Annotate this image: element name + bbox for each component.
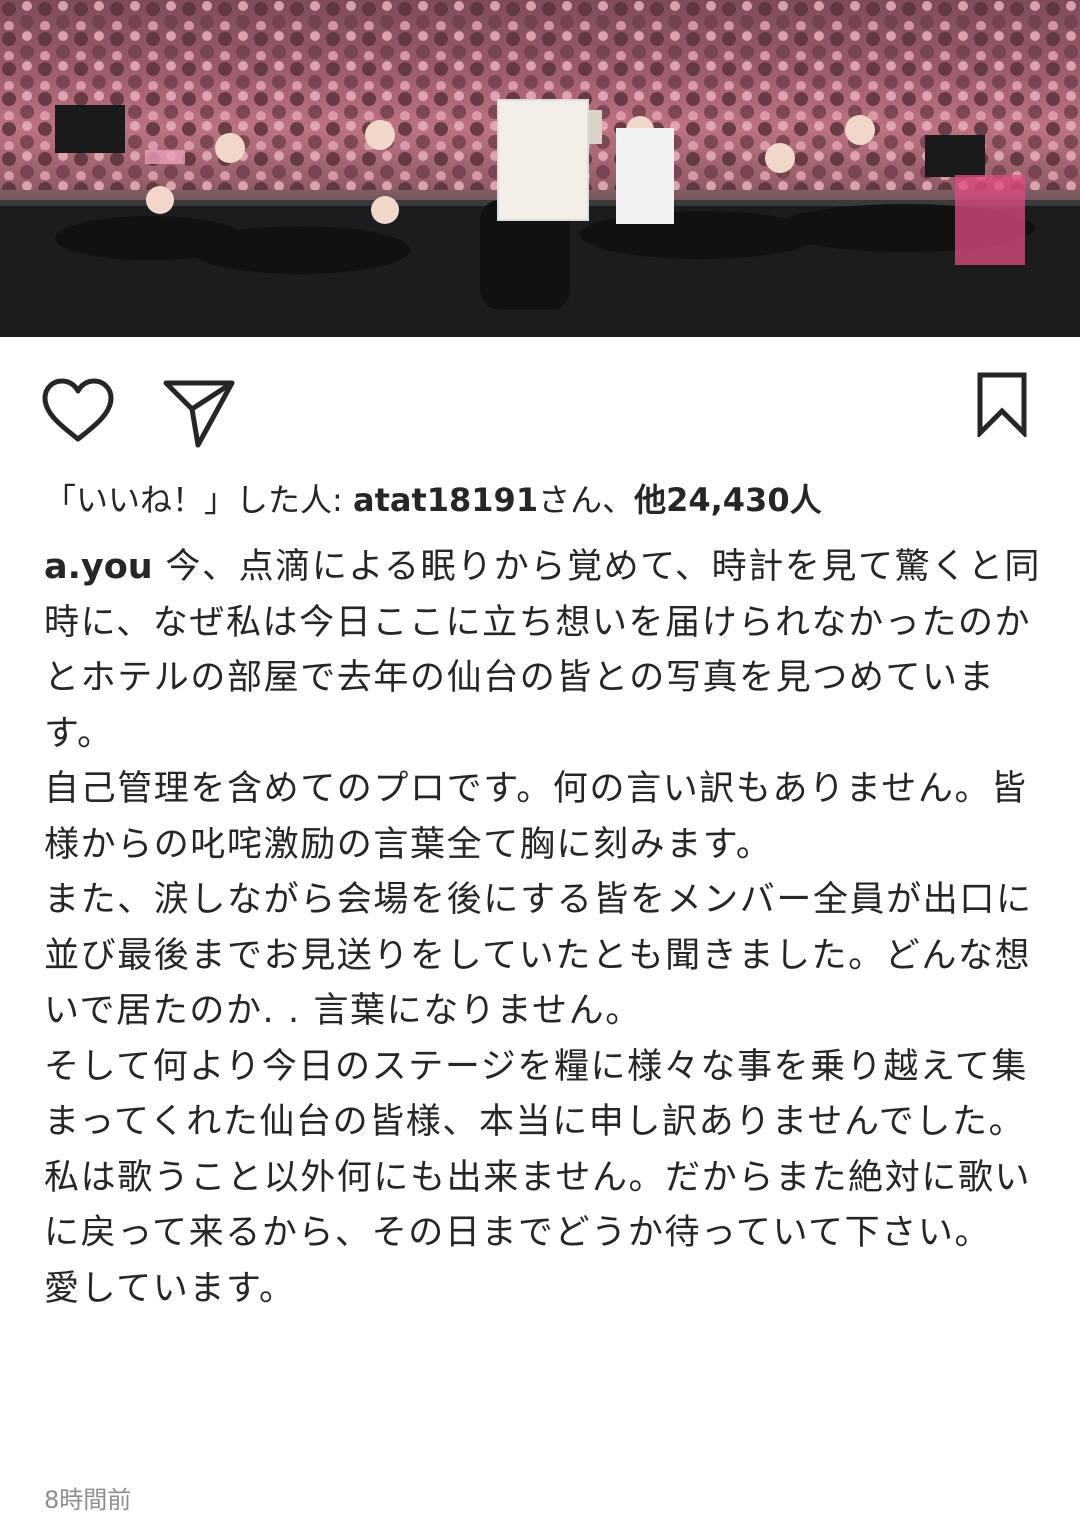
caption-text: 今、点滴による眠りから覚めて、時計を見て驚くと同時に、なぜ私は今日ここに立ち想い… — [44, 547, 1042, 754]
post-action-bar — [0, 337, 1080, 475]
caption-paragraph: また、涙しながら会場を後にする皆をメンバー全員が出口に並び最後までお見送りをして… — [44, 880, 1033, 1031]
caption-paragraph: そして何より今日のステージを糧に様々な事を乗り越えて集まってくれた仙台の皆様、本… — [44, 1046, 1032, 1254]
heart-icon[interactable] — [40, 377, 116, 445]
caption-paragraph: 自己管理を含めてのプロです。何の言い訳もありません。皆様からの叱咤激励の言葉全て… — [44, 769, 1028, 865]
post-timestamp: 8時間前 — [44, 1486, 132, 1514]
liker-username[interactable]: atat18191 — [353, 481, 538, 519]
post-photo[interactable] — [0, 0, 1080, 337]
post-caption: a.you 今、点滴による眠りから覚めて、時計を見て驚くと同時に、なぜ私は今日こ… — [44, 540, 1044, 1317]
caption-paragraph: 愛しています。 — [44, 1268, 296, 1309]
likes-summary[interactable]: 「いいね！」した人: atat18191さん、他24,430人 — [44, 478, 1054, 522]
likes-others-count[interactable]: 他24,430人 — [634, 481, 822, 519]
caption-username[interactable]: a.you — [44, 547, 153, 587]
likes-prefix: 「いいね！」した人: — [44, 481, 353, 519]
bookmark-icon[interactable] — [976, 371, 1028, 440]
paper-plane-icon[interactable] — [162, 375, 236, 449]
concert-photo-illustration — [0, 0, 1080, 337]
likes-middle: さん、 — [538, 481, 635, 519]
